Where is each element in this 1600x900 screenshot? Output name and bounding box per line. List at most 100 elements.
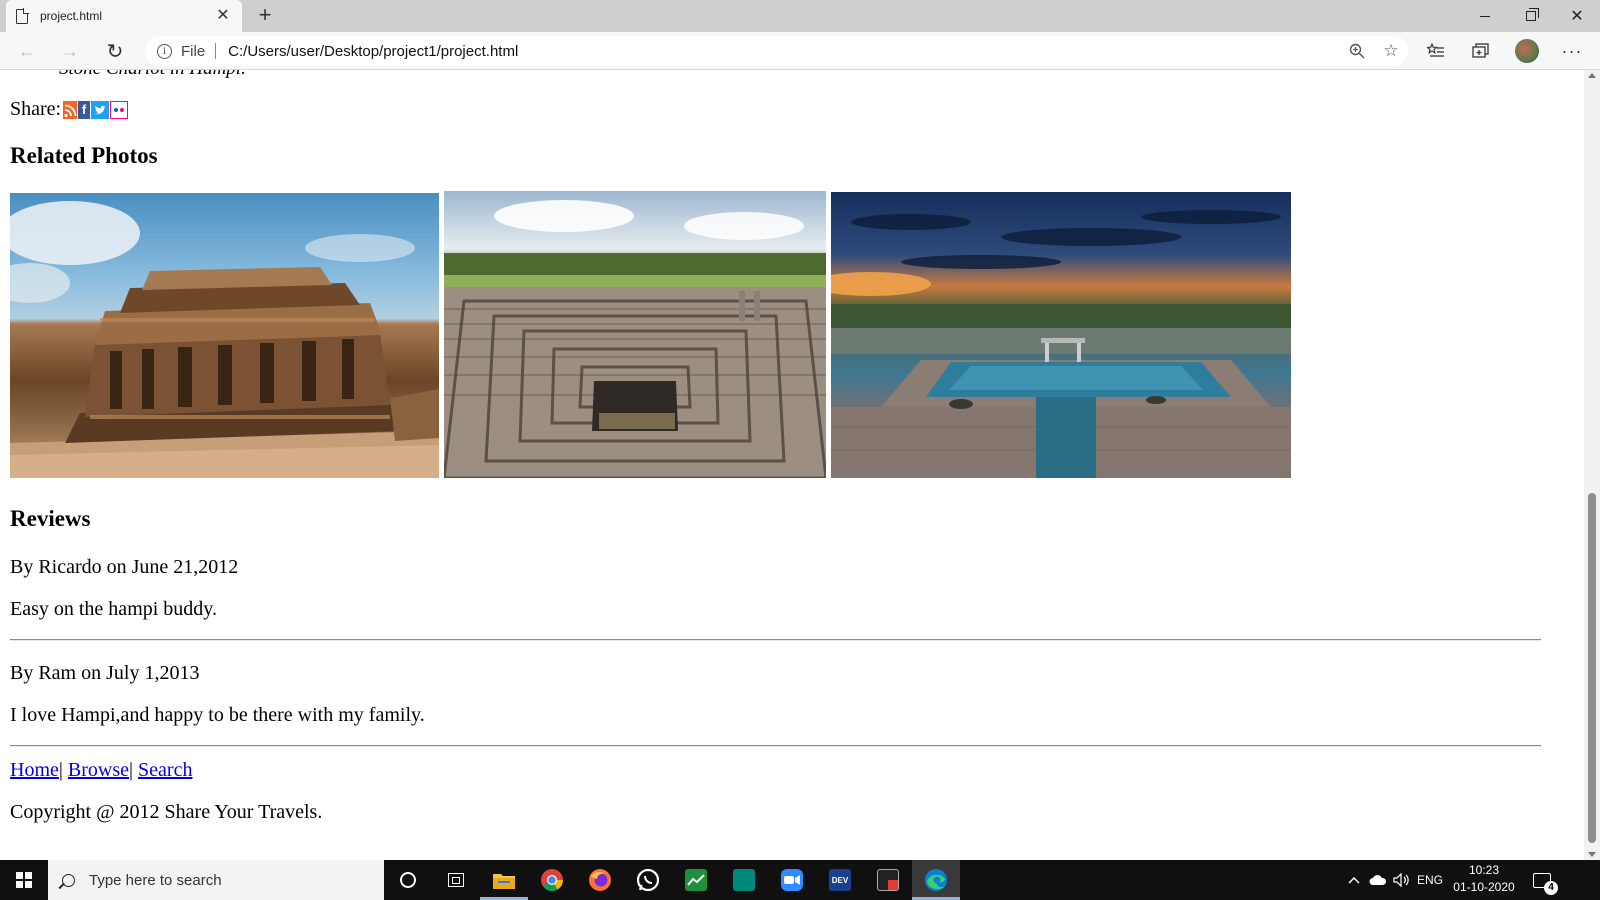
restore-button[interactable] [1508, 0, 1554, 32]
scroll-up-arrow-icon[interactable] [1588, 73, 1596, 78]
scrollbar-thumb[interactable] [1588, 493, 1596, 843]
share-label: Share: [10, 98, 62, 120]
onedrive-cloud-icon[interactable] [1366, 860, 1390, 900]
window-close-button[interactable]: ✕ [1554, 0, 1600, 32]
zoom-icon[interactable] [1340, 36, 1374, 66]
code-editor-icon [877, 869, 899, 891]
footer-separator: | [129, 759, 134, 781]
page-icon [16, 8, 29, 24]
photo-caption: Stone Chariot in Hampi. [59, 70, 246, 80]
tab-close-icon[interactable]: ✕ [214, 7, 232, 25]
whatsapp-icon [636, 868, 660, 892]
minimize-icon [1480, 15, 1490, 17]
volume-icon[interactable] [1390, 860, 1414, 900]
search-placeholder: Type here to search [89, 871, 222, 889]
profile-avatar[interactable] [1512, 37, 1542, 65]
clock[interactable]: 10:23 01-10-2020 [1452, 862, 1516, 896]
action-center-button[interactable]: 4 [1524, 860, 1560, 900]
clock-date: 01-10-2020 [1453, 880, 1515, 894]
stepwell-photo-art [444, 200, 826, 478]
twitter-icon[interactable] [91, 100, 110, 119]
vertical-scrollbar[interactable] [1584, 70, 1600, 860]
footer-separator: | [58, 759, 63, 781]
flickr-blue-dot [114, 107, 119, 112]
cortana-button[interactable] [384, 860, 432, 900]
task-view-button[interactable] [432, 860, 480, 900]
pond-photo-art [831, 210, 1291, 478]
related-photos-heading: Related Photos [10, 143, 158, 168]
clock-time: 10:23 [1468, 863, 1500, 877]
star-icon[interactable]: ☆ [1374, 36, 1408, 66]
copyright: Copyright @ 2012 Share Your Travels. [10, 801, 323, 823]
browse-link[interactable]: Browse [68, 759, 129, 781]
address-separator [215, 43, 217, 59]
reviews-heading: Reviews [10, 506, 91, 531]
restore-icon [1526, 8, 1539, 21]
meet-button[interactable] [720, 860, 768, 900]
start-button[interactable] [0, 860, 48, 900]
devcpp-button[interactable]: DEV [816, 860, 864, 900]
firefox-button[interactable] [576, 860, 624, 900]
back-arrow-icon[interactable]: ← [12, 37, 42, 65]
file-explorer-button[interactable] [480, 860, 528, 900]
chrome-button[interactable] [528, 860, 576, 900]
title-bar: project.html ✕ + ✕ [0, 0, 1600, 32]
share-row: Share: f [10, 98, 129, 121]
forward-arrow-icon[interactable]: → [55, 37, 85, 65]
related-photo-stepwell[interactable] [444, 191, 826, 478]
scroll-down-arrow-icon[interactable] [1588, 852, 1596, 857]
collections-icon[interactable] [1466, 37, 1496, 65]
minimize-button[interactable] [1462, 0, 1508, 32]
notification-badge: 4 [1544, 880, 1558, 895]
zoom-camera-icon [781, 869, 803, 891]
windows-logo-icon [16, 872, 32, 888]
share-icons: f [63, 100, 129, 119]
zoom-button[interactable] [768, 860, 816, 900]
footer-divider [10, 745, 1541, 747]
review-byline: By Ram on July 1,2013 [10, 662, 200, 684]
meet-icon [733, 869, 755, 891]
favorites-icon[interactable] [1421, 37, 1451, 65]
review-byline: By Ricardo on June 21,2012 [10, 556, 239, 578]
chrome-icon [541, 869, 563, 891]
cortana-icon [400, 872, 416, 888]
address-bar[interactable]: i File C:/Users/user/Desktop/project1/pr… [145, 36, 1408, 66]
flickr-icon[interactable] [110, 100, 129, 119]
review-text: Easy on the hampi buddy. [10, 598, 218, 620]
related-photo-temple[interactable] [10, 193, 439, 478]
rss-icon[interactable] [63, 100, 78, 119]
edge-icon [925, 869, 947, 891]
new-tab-button[interactable]: + [252, 3, 278, 29]
taskbar: Type here to search DEV ENG 10:23 01-10-… [0, 860, 1600, 900]
footer-nav: Home| Browse| Search [10, 759, 192, 782]
taskbar-search[interactable]: Type here to search [48, 860, 384, 900]
search-icon [62, 873, 75, 887]
tab-title: project.html [40, 9, 103, 23]
related-photo-pond[interactable] [831, 192, 1291, 478]
review-text: I love Hampi,and happy to be there with … [10, 704, 425, 726]
facebook-icon[interactable]: f [78, 100, 91, 119]
chart-app-icon [685, 869, 707, 891]
whatsapp-button[interactable] [624, 860, 672, 900]
address-scheme-label: File [181, 42, 206, 60]
dev-cpp-icon: DEV [829, 869, 851, 891]
firefox-icon [589, 869, 611, 891]
edge-button[interactable] [912, 860, 960, 900]
language-indicator[interactable]: ENG [1414, 860, 1446, 900]
url-text[interactable]: C:/Users/user/Desktop/project1/project.h… [228, 43, 1340, 60]
avatar [1515, 39, 1539, 63]
codeblocks-button[interactable] [864, 860, 912, 900]
review-divider [10, 639, 1541, 641]
browser-toolbar: ← → ↻ i File C:/Users/user/Desktop/proje… [0, 32, 1600, 70]
more-icon[interactable]: ··· [1557, 37, 1587, 65]
browser-tab[interactable]: project.html ✕ [6, 0, 242, 32]
page-viewport: Stone Chariot in Hampi. Share: f Related… [0, 70, 1584, 860]
home-link[interactable]: Home [10, 759, 59, 781]
info-icon[interactable]: i [157, 43, 172, 59]
search-link[interactable]: Search [138, 759, 192, 781]
notification-icon: 4 [1533, 872, 1558, 895]
show-hidden-icons-chevron-icon[interactable] [1342, 860, 1366, 900]
flickr-pink-dot [120, 107, 125, 112]
stocks-app-button[interactable] [672, 860, 720, 900]
refresh-icon[interactable]: ↻ [100, 37, 130, 65]
